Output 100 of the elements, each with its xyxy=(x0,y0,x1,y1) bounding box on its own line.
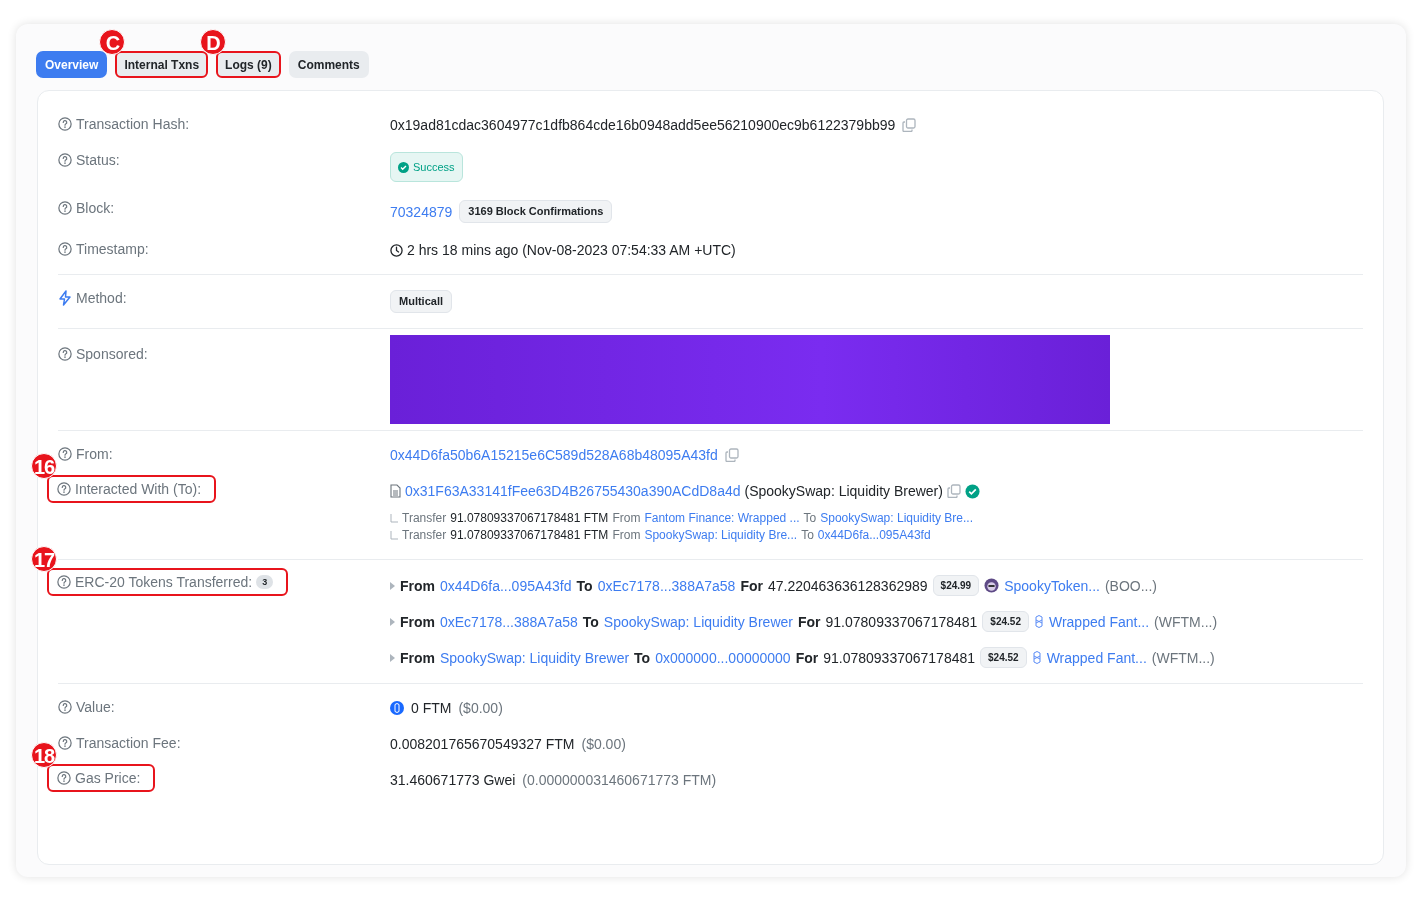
help-icon xyxy=(58,700,72,714)
count-pill: 3 xyxy=(256,575,274,589)
help-icon xyxy=(57,482,71,496)
help-icon xyxy=(58,201,72,215)
caret-icon[interactable] xyxy=(390,581,395,590)
callout-marker: 16 xyxy=(31,453,57,479)
muted-text: Transfer xyxy=(402,510,447,527)
field-label: Status: xyxy=(76,152,120,168)
muted-text: ($0.00) xyxy=(581,735,626,753)
verified-icon xyxy=(964,483,980,499)
help-icon xyxy=(58,736,72,750)
help-icon xyxy=(58,153,72,167)
tab[interactable]: Overview xyxy=(36,51,108,78)
callout-marker: 17 xyxy=(31,546,57,572)
copy-icon[interactable] xyxy=(902,118,917,132)
info-tag: 3169 Block Confirmations xyxy=(459,200,613,223)
coin-icon xyxy=(1031,651,1042,664)
field-label: Interacted With (To): xyxy=(75,481,202,497)
address-link[interactable]: SpookySwap: Liquidity Brewer xyxy=(603,611,793,632)
info-tag: $24.99 xyxy=(932,575,980,596)
muted-text: (WFTM...) xyxy=(1151,648,1215,668)
copy-icon[interactable] xyxy=(946,484,961,498)
keyword-text: For xyxy=(797,612,821,632)
help-icon xyxy=(58,447,72,461)
address-link[interactable]: 0xEc7178...388A7a58 xyxy=(440,611,578,632)
help-icon xyxy=(57,771,71,785)
address-link[interactable]: SpookySwap: Liquidity Brewer xyxy=(440,647,630,668)
address-link[interactable]: 0xEc7178...388A7a58 xyxy=(597,575,736,596)
value-text: 0 FTM xyxy=(411,699,452,717)
value-text: 91.07809337067178481 FTM xyxy=(450,510,609,527)
muted-text: From xyxy=(612,527,641,544)
field-label: Transaction Hash: xyxy=(76,116,190,132)
token-link[interactable]: Wrapped Fant... xyxy=(1048,611,1150,632)
address-link[interactable]: SpookySwap: Liquidity Bre... xyxy=(644,527,798,544)
value-text: 91.07809337067178481 xyxy=(825,612,978,632)
help-icon xyxy=(57,575,71,589)
help-icon xyxy=(58,347,72,361)
lightning-icon xyxy=(58,290,72,306)
address-link[interactable]: Fantom Finance: Wrapped ... xyxy=(644,510,800,527)
address-link[interactable]: 70324879 xyxy=(390,202,453,221)
token-avatar-icon xyxy=(984,578,1000,593)
address-link[interactable]: 0x44D6fa50b6A15215e6C589d528A68b48095A43fd xyxy=(390,446,718,464)
help-icon xyxy=(58,117,72,131)
sponsored-banner[interactable] xyxy=(390,335,1110,424)
help-icon xyxy=(58,242,72,256)
muted-text: (WFTM...) xyxy=(1154,612,1218,632)
address-link[interactable]: SpookySwap: Liquidity Bre... xyxy=(820,510,973,527)
status-text: Success xyxy=(413,160,455,175)
callout-marker: C xyxy=(99,29,126,55)
value-text: 2 hrs 18 mins ago (Nov-08-2023 07:54:33 AM +UTC) xyxy=(407,241,736,259)
muted-text: ($0.00) xyxy=(458,699,503,717)
callout-marker: D xyxy=(200,29,227,55)
field-label: From: xyxy=(76,446,113,462)
info-tag: $24.52 xyxy=(982,611,1029,632)
keyword-text: From xyxy=(400,648,435,668)
value-text: 47.220463636128362989 xyxy=(767,576,928,596)
coin-icon xyxy=(1033,615,1044,628)
keyword-text: From xyxy=(400,576,435,596)
tab[interactable]: Comments xyxy=(288,51,369,78)
coin-icon xyxy=(390,701,404,715)
keyword-text: To xyxy=(576,576,593,596)
value-text: (SpookySwap: Liquidity Brewer) xyxy=(744,482,943,500)
address-link[interactable]: 0x44D6fa...095A43fd xyxy=(440,575,572,596)
muted-text: (0.000000031460671773 FTM) xyxy=(522,771,717,789)
info-tag: $24.52 xyxy=(980,647,1027,668)
field-label: Timestamp: xyxy=(76,241,149,257)
value-text: 31.460671773 Gwei xyxy=(390,771,516,789)
keyword-text: To xyxy=(634,648,651,668)
highlight-outline xyxy=(216,51,281,78)
address-link[interactable]: 0x31F63A33141fFee63D4B26755430a390ACdD8a4d xyxy=(405,482,741,500)
muted-text: From xyxy=(612,510,641,527)
caret-icon[interactable] xyxy=(390,617,395,626)
field-label: Gas Price: xyxy=(75,770,141,786)
value-text: 91.07809337067178481 FTM xyxy=(450,527,609,544)
field-label: Block: xyxy=(76,200,115,216)
value-text: 0.008201765670549327 FTM xyxy=(390,735,575,753)
check-circle-icon xyxy=(398,161,409,173)
address-link[interactable]: 0x44D6fa...095A43fd xyxy=(817,527,931,544)
field-label: Value: xyxy=(76,699,115,715)
copy-icon[interactable] xyxy=(724,448,739,462)
document-icon xyxy=(390,484,401,498)
address-link[interactable]: 0x000000...00000000 xyxy=(655,647,791,668)
keyword-text: From xyxy=(400,612,435,632)
clock-icon xyxy=(390,243,403,257)
callout-marker: 18 xyxy=(31,742,57,768)
caret-icon[interactable] xyxy=(390,653,395,662)
token-link[interactable]: SpookyToken... xyxy=(1004,575,1100,596)
keyword-text: For xyxy=(740,576,763,596)
muted-text: (BOO...) xyxy=(1104,576,1158,596)
info-tag: Multicall xyxy=(390,290,452,313)
field-label: Method: xyxy=(76,290,127,306)
muted-text: To xyxy=(801,527,814,544)
muted-text: To xyxy=(803,510,817,527)
field-label: Transaction Fee: xyxy=(76,735,181,751)
token-link[interactable]: Wrapped Fant... xyxy=(1046,647,1147,668)
keyword-text: To xyxy=(582,612,599,632)
field-label: ERC-20 Tokens Transferred: xyxy=(75,574,253,590)
value-text: 0x19ad81cdac3604977c1dfb864cde16b0948add5ee56210900ec9b6122379bb99 xyxy=(390,116,896,134)
muted-text: Transfer xyxy=(402,527,447,544)
field-label: Sponsored: xyxy=(76,346,148,362)
